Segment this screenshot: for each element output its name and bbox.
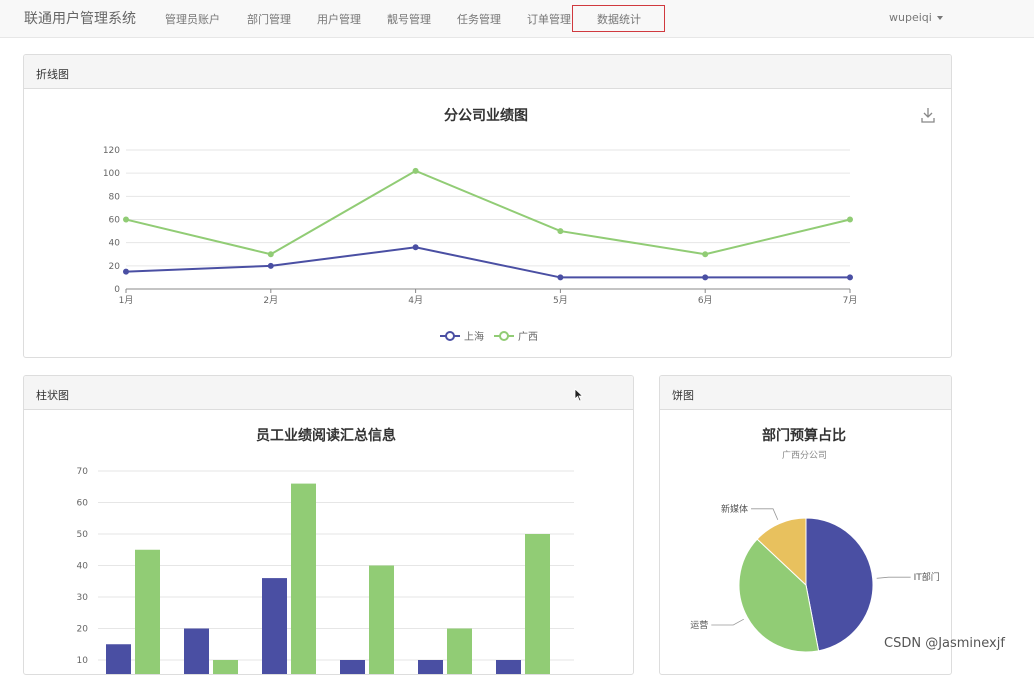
y-tick-label: 30 bbox=[77, 593, 89, 603]
active-nav-highlight bbox=[572, 5, 665, 32]
bar-panel-heading: 柱状图 bbox=[24, 376, 633, 410]
x-tick-label: 2月 bbox=[263, 295, 278, 306]
x-tick-label: 7月 bbox=[843, 295, 858, 306]
nav-item-tasks[interactable]: 任务管理 bbox=[457, 11, 501, 27]
pie-panel-heading: 饼图 bbox=[660, 376, 951, 410]
bar-series1-group1 bbox=[106, 644, 131, 675]
data-point bbox=[848, 275, 853, 280]
bar-series1-group5 bbox=[418, 660, 443, 675]
x-tick-label: 4月 bbox=[408, 295, 423, 306]
data-point bbox=[413, 168, 418, 173]
bar-chart-plot: 10 20 30 40 50 60 70 bbox=[24, 410, 634, 675]
y-tick-label: 100 bbox=[103, 169, 120, 179]
pie-chart-panel: 饼图 部门预算占比 广西分公司 IT部门运营新媒体 bbox=[659, 375, 952, 675]
mouse-cursor-icon bbox=[574, 388, 584, 402]
bar-series2-group6 bbox=[525, 534, 550, 675]
legend-marker-icon bbox=[446, 332, 454, 340]
y-tick-label: 120 bbox=[103, 146, 120, 156]
nav-item-admin[interactable]: 管理员账户 bbox=[165, 11, 220, 27]
pie-label-leader bbox=[711, 619, 744, 625]
bar-series1-group3 bbox=[262, 578, 287, 675]
y-tick-label: 80 bbox=[109, 192, 121, 202]
bar-series2-group4 bbox=[369, 566, 394, 675]
bar-series2-group5 bbox=[447, 629, 472, 675]
data-point bbox=[413, 245, 418, 250]
caret-down-icon bbox=[937, 16, 943, 20]
y-tick-label: 10 bbox=[77, 656, 89, 666]
line-panel-heading: 折线图 bbox=[24, 55, 951, 89]
line-chart-legend: 上海 广西 bbox=[440, 330, 538, 343]
x-tick-label: 6月 bbox=[698, 295, 713, 306]
pie-label-leader bbox=[877, 577, 911, 578]
legend-label: 上海 bbox=[464, 330, 484, 343]
nav-item-pretty-numbers[interactable]: 靓号管理 bbox=[387, 11, 431, 27]
legend-marker-icon bbox=[500, 332, 508, 340]
data-point bbox=[558, 229, 563, 234]
nav-item-users[interactable]: 用户管理 bbox=[317, 11, 361, 27]
y-tick-label: 60 bbox=[77, 499, 89, 509]
pie-slice-1 bbox=[806, 518, 873, 651]
app-brand[interactable]: 联通用户管理系统 bbox=[24, 8, 136, 28]
csdn-watermark: CSDN @Jasminexjf bbox=[884, 636, 1005, 651]
bar-chart-panel: 柱状图 员工业绩阅读汇总信息 10203040506070 bbox=[23, 375, 634, 675]
y-tick-label: 0 bbox=[114, 285, 120, 295]
data-point bbox=[848, 217, 853, 222]
y-tick-label: 40 bbox=[109, 239, 121, 249]
bar-series1-group6 bbox=[496, 660, 521, 675]
y-tick-label: 40 bbox=[77, 562, 89, 572]
line-chart-panel: 折线图 分公司业绩图 0204060801001201月2月4月5月6月7月 上… bbox=[23, 54, 952, 358]
data-point bbox=[268, 263, 273, 268]
y-tick-label: 20 bbox=[77, 625, 89, 635]
pie-slice-label: IT部门 bbox=[914, 571, 940, 583]
nav-item-orders[interactable]: 订单管理 bbox=[527, 11, 571, 27]
bar-series1-group4 bbox=[340, 660, 365, 675]
legend-label: 广西 bbox=[518, 331, 538, 343]
pie-slice-label: 运营 bbox=[690, 619, 708, 631]
data-point bbox=[124, 217, 129, 222]
user-name: wupeiqi bbox=[889, 11, 932, 24]
data-point bbox=[268, 252, 273, 257]
nav-item-department[interactable]: 部门管理 bbox=[247, 11, 291, 27]
y-tick-label: 60 bbox=[109, 216, 121, 226]
x-tick-label: 1月 bbox=[119, 295, 134, 306]
series-line-2 bbox=[126, 171, 850, 254]
bar-series2-group2 bbox=[213, 660, 238, 675]
bar-series2-group3 bbox=[291, 484, 316, 675]
bar-series2-group1 bbox=[135, 550, 160, 675]
pie-slice-label: 新媒体 bbox=[721, 503, 748, 515]
line-chart-plot: 0 20 40 60 80 100 120 1月 2月 4月 5月 6月 7月 上海 广西 bbox=[24, 89, 952, 358]
top-navbar: 联通用户管理系统 管理员账户 部门管理 用户管理 靓号管理 任务管理 订单管理 … bbox=[0, 0, 1034, 38]
y-tick-label: 20 bbox=[109, 262, 121, 272]
data-point bbox=[558, 275, 563, 280]
pie-label-leader bbox=[751, 509, 778, 520]
bar-series1-group2 bbox=[184, 629, 209, 675]
user-dropdown[interactable]: wupeiqi bbox=[889, 11, 943, 24]
x-tick-label: 5月 bbox=[553, 295, 568, 306]
data-point bbox=[124, 269, 129, 274]
y-tick-label: 70 bbox=[77, 467, 89, 477]
y-tick-label: 50 bbox=[77, 530, 89, 540]
data-point bbox=[703, 252, 708, 257]
series-line-1 bbox=[126, 247, 850, 277]
data-point bbox=[703, 275, 708, 280]
